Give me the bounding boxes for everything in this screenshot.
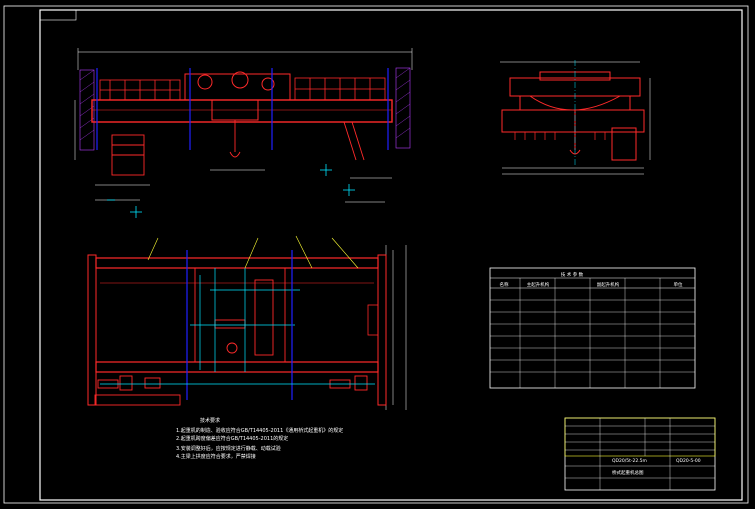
spec-col-aux: 副起升机构: [597, 281, 620, 288]
spec-col-main: 主起升机构: [527, 281, 550, 288]
spec-col-name: 名称: [500, 281, 509, 288]
note-item-4: 4.主梁上拱度应符合要求，严禁焊接: [176, 454, 256, 460]
drawing-subtitle: 桥式起重机总图: [612, 469, 644, 476]
drawing-title: QD20/5t-22.5m: [612, 458, 647, 464]
note-item-3: 3.安装调整好后，应按规定进行静载、动载试验: [176, 446, 281, 452]
note-item-1: 1.起重机的制造、验收应符合GB/T14405-2011《通用桥式起重机》的规定: [176, 428, 344, 434]
cad-drawing-canvas: 技 术 参 数 名称 主起升机构 副起升机构 单位 QD20/5t-22.5m …: [0, 0, 755, 509]
drawing-number: QD20-5-00: [676, 458, 701, 464]
note-item-2: 2.起重机跨度偏差应符合GB/T14405-2011的规定: [176, 436, 289, 442]
notes-title: 技术要求: [200, 418, 221, 424]
spec-table-title: 技 术 参 数: [561, 271, 584, 278]
spec-col-unit: 单位: [674, 281, 683, 288]
